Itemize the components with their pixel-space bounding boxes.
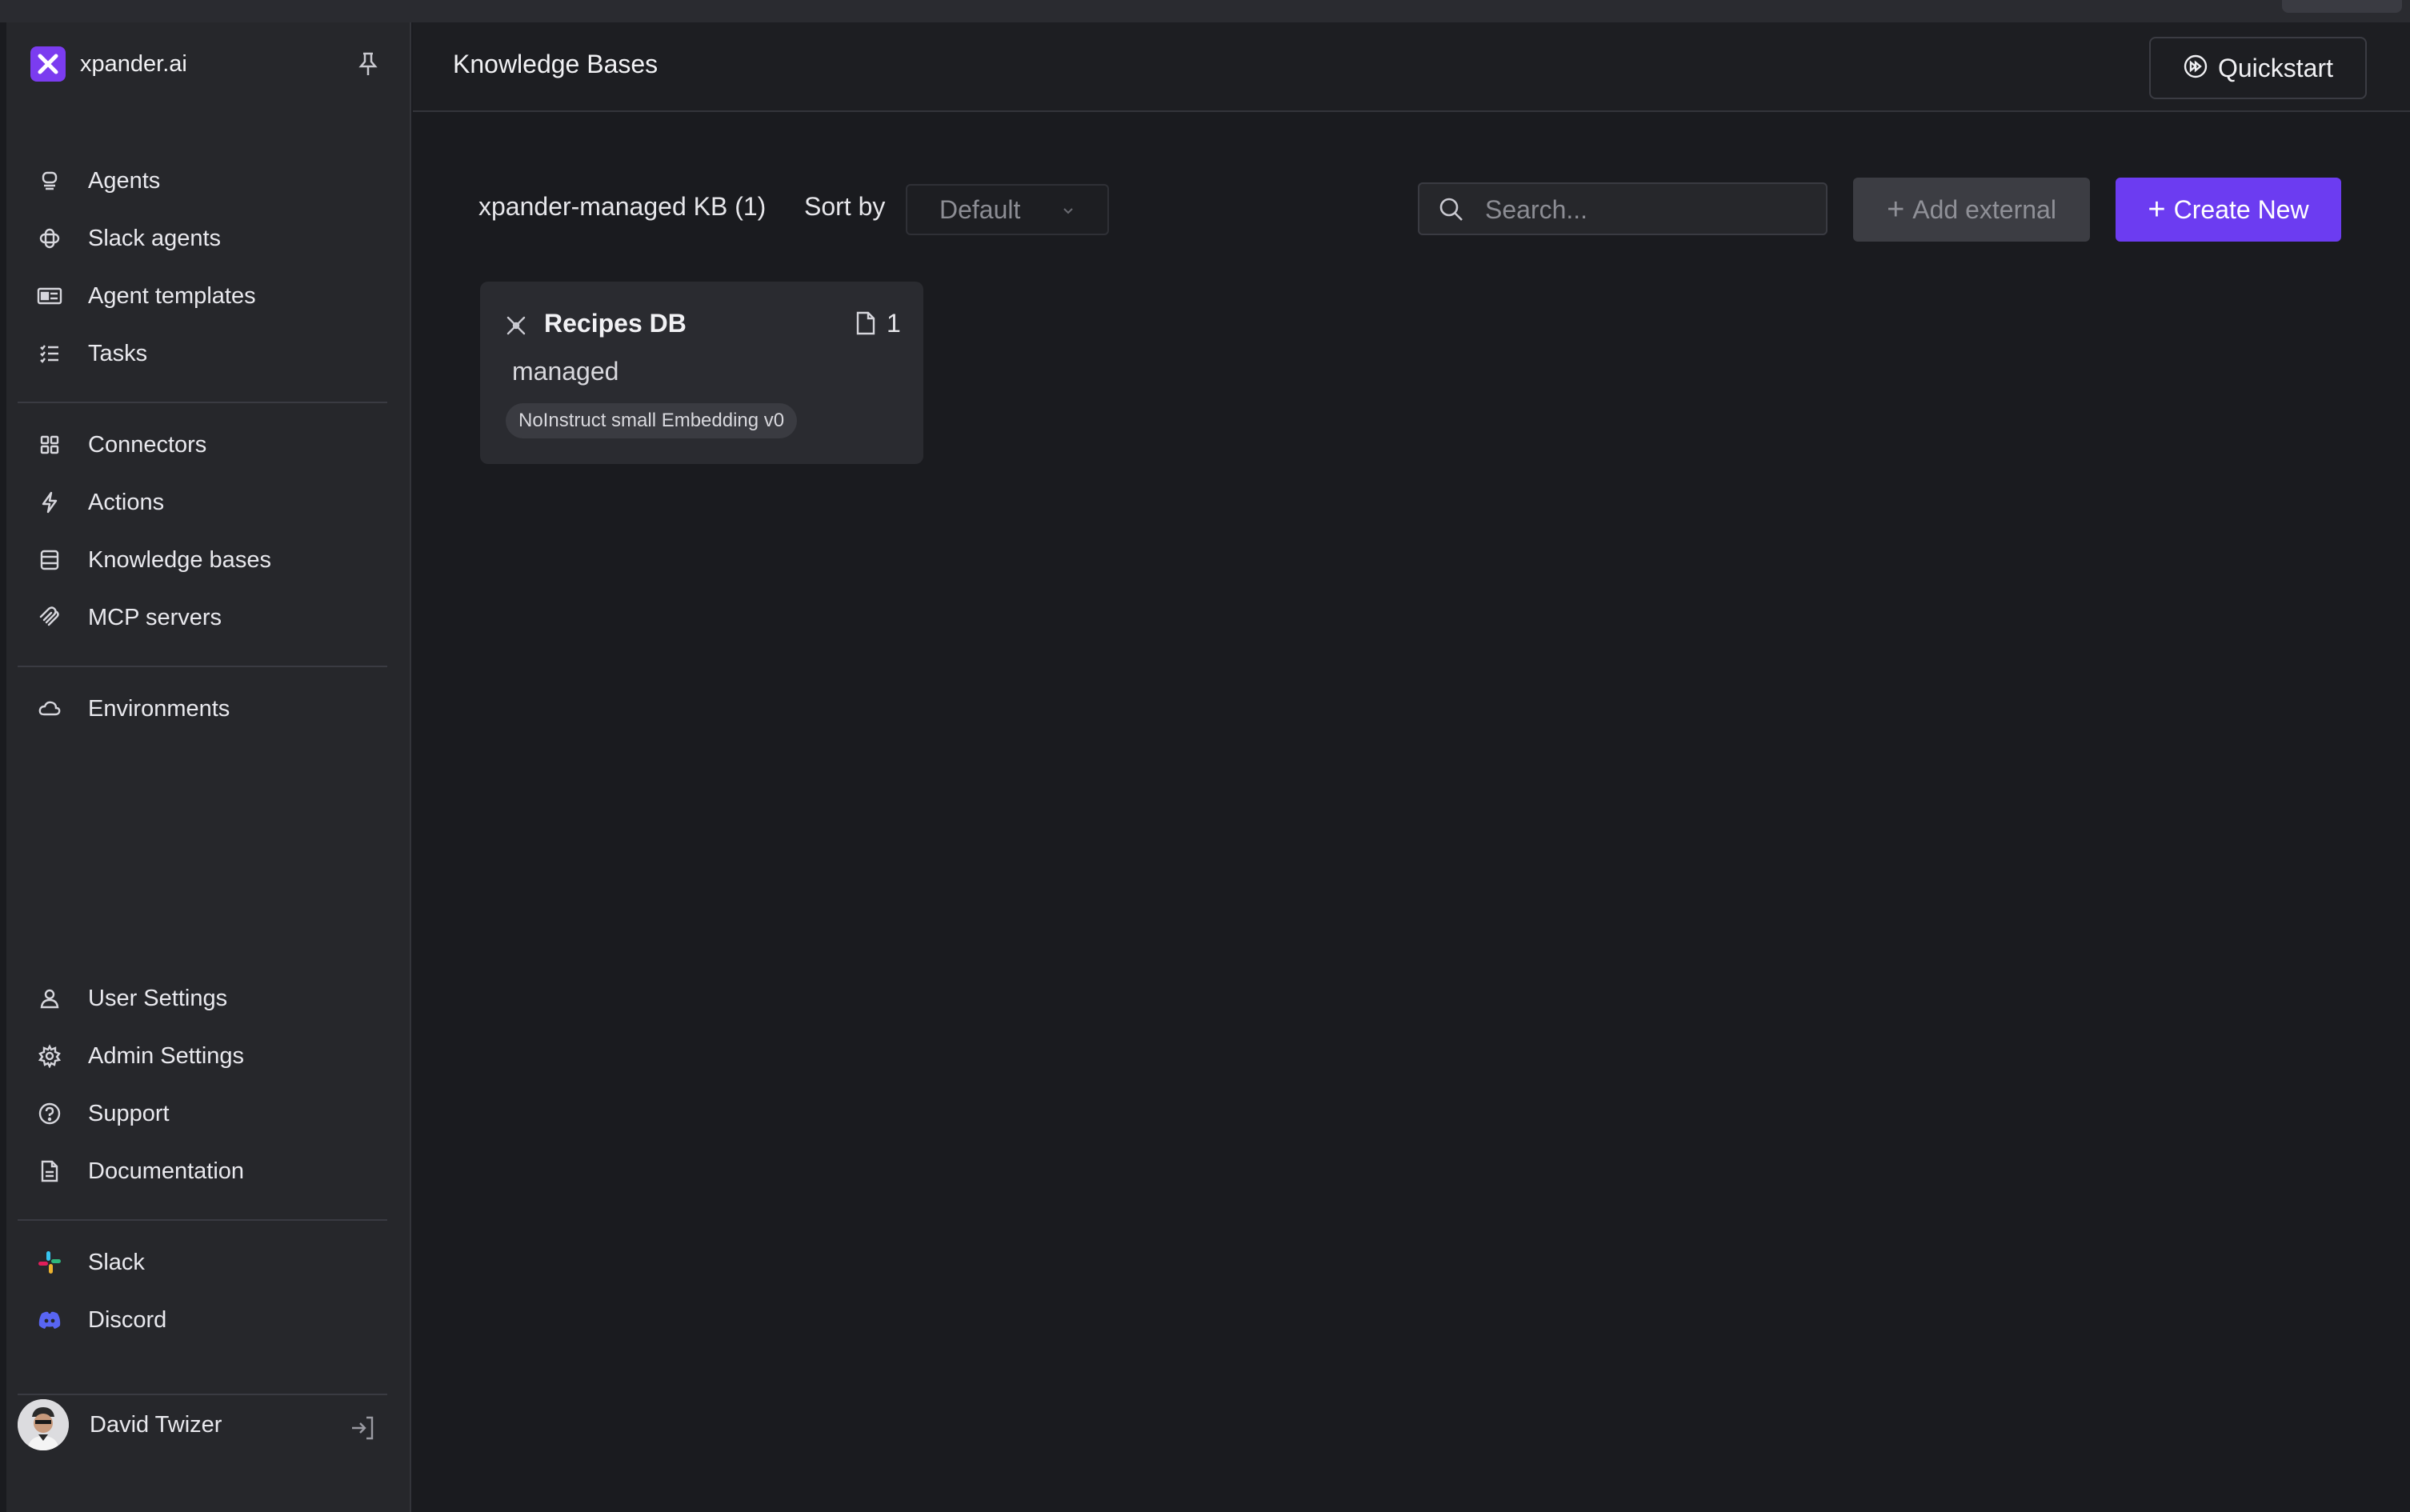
sidebar-item-slack-agents[interactable]: Slack agents [29, 214, 389, 262]
brand-name: xpander.ai [80, 50, 187, 77]
sidebar-item-discord[interactable]: Discord [29, 1296, 389, 1344]
sidebar-divider [18, 402, 387, 403]
browser-topbar [0, 0, 2410, 22]
connectors-icon [29, 424, 70, 466]
user-name: David Twizer [90, 1411, 222, 1438]
knowledge-base-card[interactable]: Recipes DB 1 managed NoInstruct small Em… [480, 282, 923, 464]
sidebar-item-documentation[interactable]: Documentation [29, 1147, 389, 1195]
kb-type: managed [512, 357, 619, 386]
agent-icon [29, 160, 70, 202]
user-profile[interactable]: David Twizer [18, 1398, 394, 1451]
avatar [18, 1399, 69, 1450]
sidebar-item-tasks[interactable]: Tasks [29, 330, 389, 378]
embedding-badge: NoInstruct small Embedding v0 [506, 403, 798, 438]
create-new-button[interactable]: + Create New [2116, 178, 2341, 242]
page-header [413, 22, 2410, 112]
sort-select[interactable]: Default [906, 184, 1109, 235]
sidebar-item-actions[interactable]: Actions [29, 478, 389, 526]
fast-forward-circle-icon [2183, 54, 2208, 83]
plus-icon: + [1887, 193, 1905, 226]
chevron-down-icon [1061, 203, 1075, 222]
database-icon [29, 539, 70, 581]
search-box [1418, 182, 1828, 235]
gear-icon [29, 1035, 70, 1077]
pin-icon[interactable] [354, 50, 382, 78]
quickstart-button[interactable]: Quickstart [2149, 37, 2367, 99]
xpander-logo-icon [504, 314, 528, 342]
search-input[interactable] [1483, 190, 1823, 229]
sidebar-item-user-settings[interactable]: User Settings [29, 974, 389, 1022]
sidebar-item-support[interactable]: Support [29, 1090, 389, 1138]
sidebar-item-environments[interactable]: Environments [29, 685, 389, 733]
kb-file-count: 1 [887, 309, 901, 338]
help-icon [29, 1093, 70, 1134]
templates-icon [29, 275, 70, 317]
sidebar-divider [18, 666, 387, 667]
kb-name: Recipes DB [544, 309, 687, 338]
slack-icon [29, 1242, 70, 1283]
slack-agents-icon [29, 218, 70, 259]
sidebar-divider [18, 1219, 387, 1221]
topbar-control [2282, 0, 2402, 13]
cloud-icon [29, 688, 70, 730]
kb-count-label: xpander-managed KB (1) [478, 192, 767, 221]
brand[interactable]: xpander.ai [30, 46, 187, 82]
user-icon [29, 978, 70, 1019]
sidebar-item-agent-templates[interactable]: Agent templates [29, 272, 389, 320]
add-external-button[interactable]: + Add external [1853, 178, 2090, 242]
sort-label: Sort by [804, 192, 886, 221]
sidebar-item-agents[interactable]: Agents [29, 157, 389, 205]
page-title: Knowledge Bases [453, 50, 659, 78]
sidebar-item-admin-settings[interactable]: Admin Settings [29, 1032, 389, 1080]
xpander-logo-icon [30, 46, 66, 82]
logout-icon[interactable] [349, 1414, 376, 1442]
mcp-icon [29, 597, 70, 638]
search-icon [1437, 195, 1466, 228]
file-icon [855, 310, 877, 340]
sidebar-item-slack[interactable]: Slack [29, 1238, 389, 1286]
discord-icon [29, 1299, 70, 1341]
sidebar-divider [18, 1394, 387, 1395]
sort-value: Default [939, 194, 1021, 224]
sidebar-item-mcp-servers[interactable]: MCP servers [29, 594, 389, 642]
sidebar-item-knowledge-bases[interactable]: Knowledge bases [29, 536, 389, 584]
lightning-icon [29, 482, 70, 523]
tasks-icon [29, 333, 70, 374]
sidebar-item-connectors[interactable]: Connectors [29, 421, 389, 469]
document-icon [29, 1150, 70, 1192]
plus-icon: + [2148, 193, 2166, 226]
